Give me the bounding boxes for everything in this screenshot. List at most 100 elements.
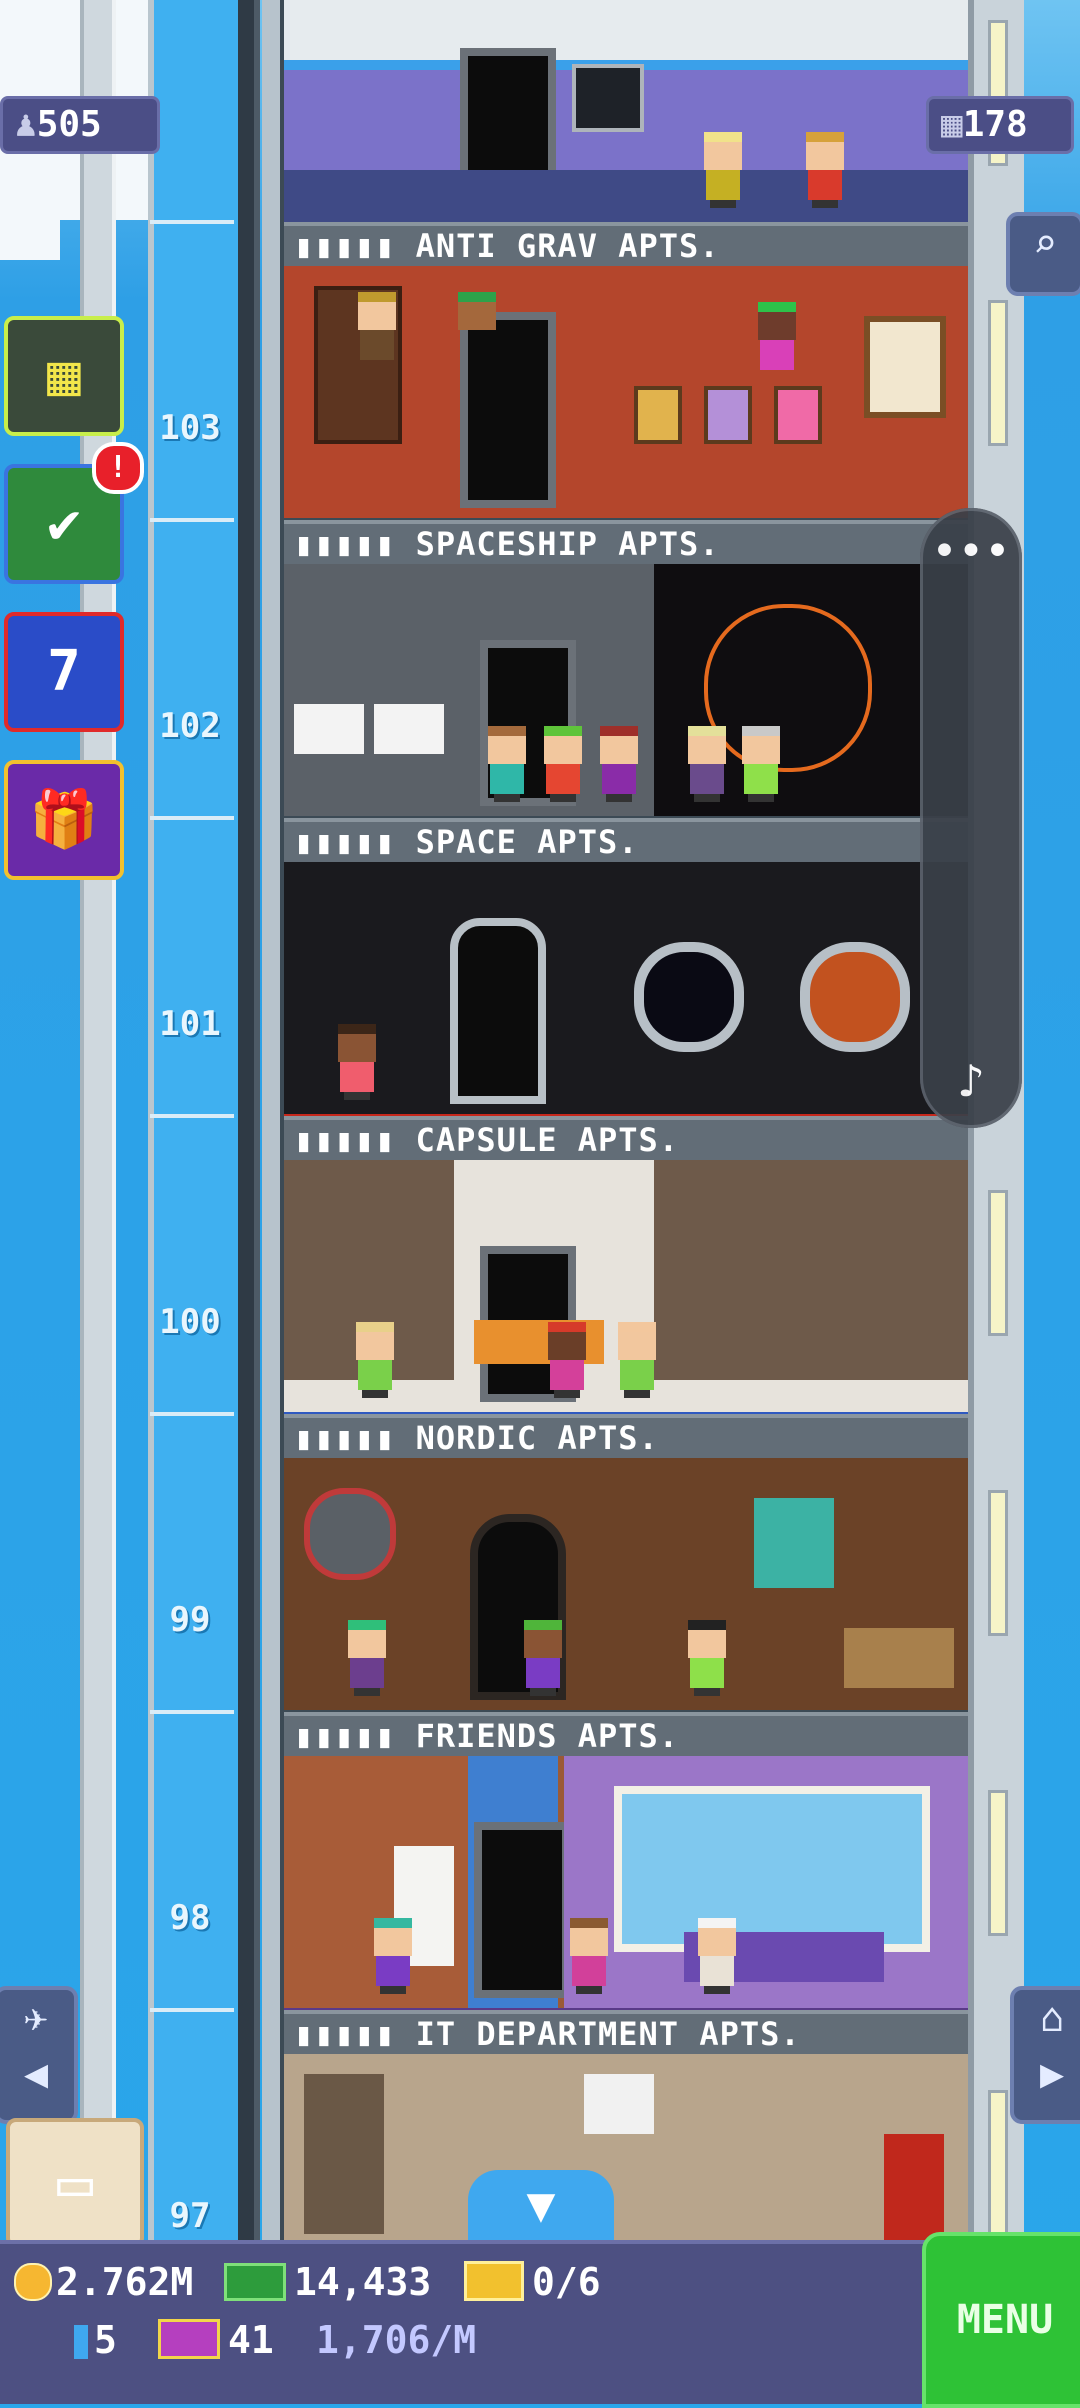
shaft-rung [150,1114,234,1118]
floor-number: 100 [159,1302,221,1342]
tenant[interactable] [344,1620,390,1696]
porthole [800,942,910,1052]
shaft-rung [150,2008,234,2012]
floor-stars: ▮▮▮▮▮ [294,1121,396,1159]
floor-anti-grav[interactable]: ▮▮▮▮▮ ANTI GRAV APTS. [284,222,968,522]
tenant[interactable] [484,726,530,802]
person-icon: ♟ [15,104,37,145]
tenant[interactable] [694,1918,740,1994]
keys-counter[interactable]: 5 [74,2314,117,2366]
tenant-floating[interactable] [354,292,400,368]
floor-spaceship[interactable]: ▮▮▮▮▮ SPACESHIP APTS. [284,520,968,820]
home-button[interactable]: ⌂ ▶ [1010,1986,1080,2124]
floor-title: SPACESHIP APTS. [415,525,720,563]
floor-stars: ▮▮▮▮▮ [294,1419,396,1457]
building-icon: ▦ [47,343,81,408]
tenant-floating[interactable] [454,292,500,368]
tenant[interactable] [370,1918,416,1994]
floor-number: 97 [169,2196,211,2236]
alert-badge: ! [92,442,144,494]
tenant[interactable] [700,132,746,208]
floor-space[interactable]: ▮▮▮▮▮ SPACE APTS. [284,818,968,1122]
tenant[interactable] [520,1620,566,1696]
floor-stars: ▮▮▮▮▮ [294,525,396,563]
tenant[interactable] [544,1322,590,1398]
floor-friends[interactable]: ▮▮▮▮▮ FRIENDS APTS. [284,1712,968,2016]
floor-capsule[interactable]: ▮▮▮▮▮ CAPSULE APTS. [284,1116,968,1420]
window [864,316,946,418]
menu-button[interactable]: MENU [922,2232,1080,2408]
vip-counter[interactable]: 41 [158,2314,274,2366]
ticket-icon [464,2261,524,2301]
bux-icon [224,2263,286,2301]
tenant[interactable] [802,132,848,208]
floor-title: SPACE APTS. [415,823,639,861]
tickets-counter[interactable]: 0/6 [464,2256,601,2308]
tenant[interactable] [352,1322,398,1398]
door-red [884,2134,944,2240]
bottom-status-bar: 2.762M 14,433 0/6 5 41 1,706/M [0,2240,1080,2404]
tenant[interactable] [738,726,784,802]
cloud [0,220,60,260]
elevator-rail [262,0,280,2240]
shaft-rung [150,220,234,224]
music-icon[interactable]: ♪ [920,1054,1022,1108]
floor-number: 103 [159,408,221,448]
tenant[interactable] [596,726,642,802]
shaft-rung [150,1412,234,1416]
search-button[interactable]: ⌕ [1006,212,1080,296]
floor-nameplate: ▮▮▮▮▮ CAPSULE APTS. [284,1116,968,1164]
tenant[interactable] [334,1024,380,1100]
bench [844,1628,954,1688]
trophy-head [754,1498,834,1588]
picture-frame [634,386,682,444]
floor-stars: ▮▮▮▮▮ [294,823,396,861]
more-options-button[interactable]: ••• [920,530,1022,574]
tenant[interactable] [566,1918,612,1994]
inventory-box-button[interactable]: ▭ [6,2118,144,2248]
population-counter[interactable]: ♟505 [0,96,160,154]
floor-title: NORDIC APTS. [415,1419,659,1457]
build-floor-button[interactable]: ▦ [4,316,124,436]
floating-panel[interactable]: ••• ♪ [920,508,1022,1128]
porthole [634,942,744,1052]
shelf [304,2074,384,2234]
floor-title: FRIENDS APTS. [415,1717,680,1755]
floor-stars: ▮▮▮▮▮ [294,227,396,265]
floor-count-value: 178 [962,104,1028,145]
elevator-left-button[interactable]: ✈ ◀ [0,1986,78,2124]
home-icon: ⌂ [1039,1995,1065,2041]
floor-counter[interactable]: ▦178 [926,96,1074,154]
floor-title: ANTI GRAV APTS. [415,227,720,265]
coin-icon [14,2263,52,2301]
floor-nameplate: ▮▮▮▮▮ ANTI GRAV APTS. [284,222,968,270]
floor-stars: ▮▮▮▮▮ [294,2015,396,2053]
calendar-icon: 7 [47,639,81,704]
bux-counter[interactable]: 14,433 [224,2256,431,2308]
poster [584,2074,654,2134]
floor-nordic[interactable]: ▮▮▮▮▮ NORDIC APTS. [284,1414,968,1714]
key-icon [74,2325,88,2359]
tenant[interactable] [684,1620,730,1696]
floor-stars: ▮▮▮▮▮ [294,1717,396,1755]
picture-frame [704,386,752,444]
shield [304,1488,396,1580]
tenant-floating[interactable] [754,302,800,378]
floor-title: CAPSULE APTS. [415,1121,680,1159]
floor-number: 98 [169,1898,211,1938]
floor-it-department[interactable]: ▮▮▮▮▮ IT DEPARTMENT APTS. [284,2010,968,2240]
down-arrow-icon: ▼ [526,2177,556,2233]
gift-icon: 🎁 [29,787,99,852]
coins-counter[interactable]: 2.762M [14,2256,193,2308]
shaft-rung [150,816,234,820]
tenant[interactable] [614,1322,660,1398]
scroll-down-button[interactable]: ▼ [468,2170,614,2240]
gift-button[interactable]: 🎁 [4,760,124,880]
box-icon: ▭ [56,2148,94,2218]
arrow-left-icon: ◀ [23,2051,49,2097]
search-icon: ⌕ [1032,221,1058,267]
tenant[interactable] [540,726,586,802]
floor-scene-top[interactable] [284,0,968,222]
calendar-button[interactable]: 7 [4,612,124,732]
tenant[interactable] [684,726,730,802]
